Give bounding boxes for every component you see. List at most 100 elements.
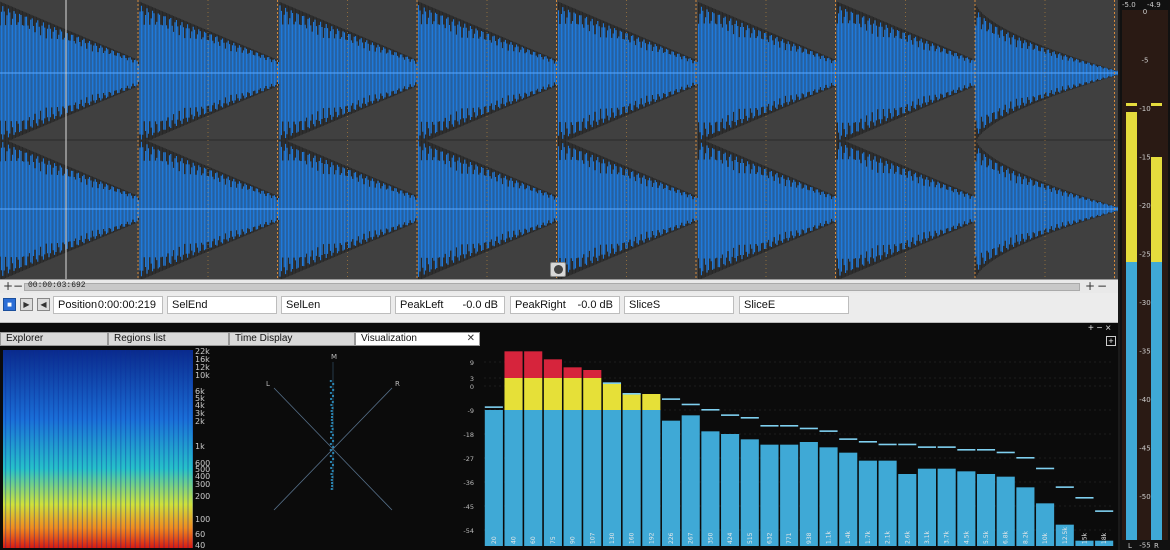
scope-dot [331, 413, 334, 415]
meter-scale-label: -55 [1139, 542, 1150, 550]
scope-dot [332, 395, 335, 397]
analyzer-x-tick: 15k [1081, 532, 1088, 544]
analyzer-x-tick: 1.7k [865, 530, 872, 544]
spectrogram-stripe [173, 350, 175, 548]
analyzer-x-tick: 2.1k [885, 530, 892, 544]
scope-dot [331, 422, 334, 424]
analyzer-peak-hold [780, 425, 799, 427]
close-tab-icon[interactable]: ✕ [467, 333, 475, 345]
master-level-meter: -5.0 -4.9 0 -5 -10 -15 -20 -25 -30 -35 -40 -45 -50 -5… [1120, 0, 1170, 550]
meter-channel-right: R [1154, 542, 1159, 550]
position-value: 0:00:00:219 [97, 299, 156, 311]
peakright-value: -0.0 dB [577, 299, 613, 311]
loop-icon[interactable]: ▶ [20, 298, 33, 311]
analyzer-bar-mid [524, 378, 543, 410]
meter-top-label-left: -5.0 [1122, 1, 1136, 9]
snap-icon[interactable]: ■ [3, 298, 16, 311]
analyzer-x-tick: 771 [786, 532, 793, 544]
spectrogram-stripe [110, 350, 112, 548]
analyzer-bar [622, 410, 641, 546]
spectrogram-stripe [9, 350, 11, 548]
spectrogram-freq-label: 2k [195, 417, 205, 426]
timeline-ruler[interactable]: + − 00:00:03:692 + − [0, 279, 1118, 293]
waveform-view[interactable] [0, 0, 1118, 279]
scope-label-mid: M [331, 353, 337, 361]
analyzer-x-tick: 160 [629, 532, 636, 544]
vertical-zoom-in-button[interactable]: + [1085, 280, 1095, 293]
spectrogram-stripe [53, 350, 55, 548]
scope-dot [329, 443, 332, 445]
speaker-icon[interactable]: ◀ [37, 298, 50, 311]
analyzer-bar [721, 434, 740, 546]
sellen-label: SelLen [286, 299, 321, 311]
slices-label: SliceS [629, 299, 661, 311]
spectrogram-stripe [29, 350, 31, 548]
spectrogram-freq-label: 1k [195, 442, 205, 451]
selend-field[interactable]: SelEnd [167, 296, 277, 314]
analyzer-bar [661, 420, 681, 546]
position-field[interactable]: Position 0:00:00:219 [53, 296, 163, 314]
marker-badge[interactable] [550, 262, 566, 277]
dock-minimize-icon[interactable]: − [1097, 323, 1103, 334]
dock-add-icon[interactable]: + [1088, 323, 1094, 334]
scope-dot [331, 428, 334, 430]
analyzer-bar-mid [543, 378, 562, 410]
meter-scale-label: -10 [1139, 105, 1150, 113]
analyzer-x-tick: 3.7k [944, 530, 951, 544]
analyzer-x-tick: 12.5k [1062, 527, 1069, 544]
analyzer-bar [799, 442, 818, 546]
spectrogram-stripe [182, 350, 184, 548]
peakleft-field[interactable]: PeakLeft -0.0 dB [395, 296, 505, 314]
analyzer-x-tick: 2.6k [904, 530, 911, 544]
analyzer-x-tick: 192 [648, 532, 655, 544]
spectrogram-stripe [134, 350, 136, 548]
analyzer-bar [740, 439, 759, 546]
spectrogram-stripe [139, 350, 141, 548]
dock-tabs: Explorer Regions list Time Display Visua… [0, 332, 480, 346]
tab-time-display[interactable]: Time Display [229, 332, 355, 346]
meter-scale-label: -35 [1139, 348, 1150, 356]
meter-scale-label: -15 [1139, 154, 1150, 162]
analyzer-peak-hold [622, 393, 641, 395]
slicee-label: SliceE [744, 299, 776, 311]
app-window: -5.0 -4.9 0 -5 -10 -15 -20 -25 -30 -35 -40 -45 -50 -5… [0, 0, 1170, 550]
analyzer-peak-hold [760, 425, 779, 427]
spectrogram-stripe [57, 350, 59, 548]
zoom-out-button[interactable]: − [13, 280, 23, 293]
analyzer-x-tick: 60 [530, 536, 537, 544]
tab-visualization[interactable]: Visualization ✕ [355, 332, 480, 346]
analyzer-bar [701, 431, 720, 546]
analyzer-bar [602, 410, 622, 546]
slicee-field[interactable]: SliceE [739, 296, 849, 314]
visualization-add-icon[interactable]: + [1106, 336, 1116, 346]
analyzer-y-tick: -54 [463, 527, 474, 535]
analyzer-x-tick: 107 [589, 532, 596, 544]
dock-close-icon[interactable]: × [1105, 323, 1111, 334]
tab-explorer[interactable]: Explorer [0, 332, 108, 346]
dock-controls: + − × [1088, 323, 1111, 334]
timeline-scrollbar[interactable] [24, 283, 1080, 291]
sellen-field[interactable]: SelLen [281, 296, 391, 314]
vertical-zoom-out-button[interactable]: − [1097, 280, 1107, 293]
analyzer-x-tick: 90 [570, 536, 577, 544]
tab-regions-list[interactable]: Regions list [108, 332, 229, 346]
spectrogram-stripe [77, 350, 79, 548]
scope-dot [332, 458, 335, 460]
master-meter-display: -5.0 -4.90 -5 -10 -15 -20 -25 -30 -35 -40 -45 -50 -5… [1122, 1, 1168, 550]
waveform-display[interactable] [0, 0, 1118, 279]
analyzer-peak-hold [721, 414, 740, 416]
analyzer-peak-hold [819, 430, 838, 432]
analyzer-x-tick: 5.5k [983, 530, 990, 544]
zoom-in-button[interactable]: + [3, 280, 13, 293]
analyzer-y-tick: -18 [463, 431, 474, 439]
slices-field[interactable]: SliceS [624, 296, 734, 314]
analyzer-x-tick: 267 [688, 532, 695, 544]
analyzer-peak-hold [799, 427, 818, 430]
analyzer-x-tick: 1.4k [845, 530, 852, 544]
meter-bar-left-yellow [1126, 112, 1137, 262]
spectrogram-stripe [158, 350, 160, 548]
scope-dot [331, 482, 334, 484]
peakright-field[interactable]: PeakRight -0.0 dB [510, 296, 620, 314]
analyzer-bar [583, 410, 602, 546]
analyzer-bar-mid [504, 378, 523, 410]
